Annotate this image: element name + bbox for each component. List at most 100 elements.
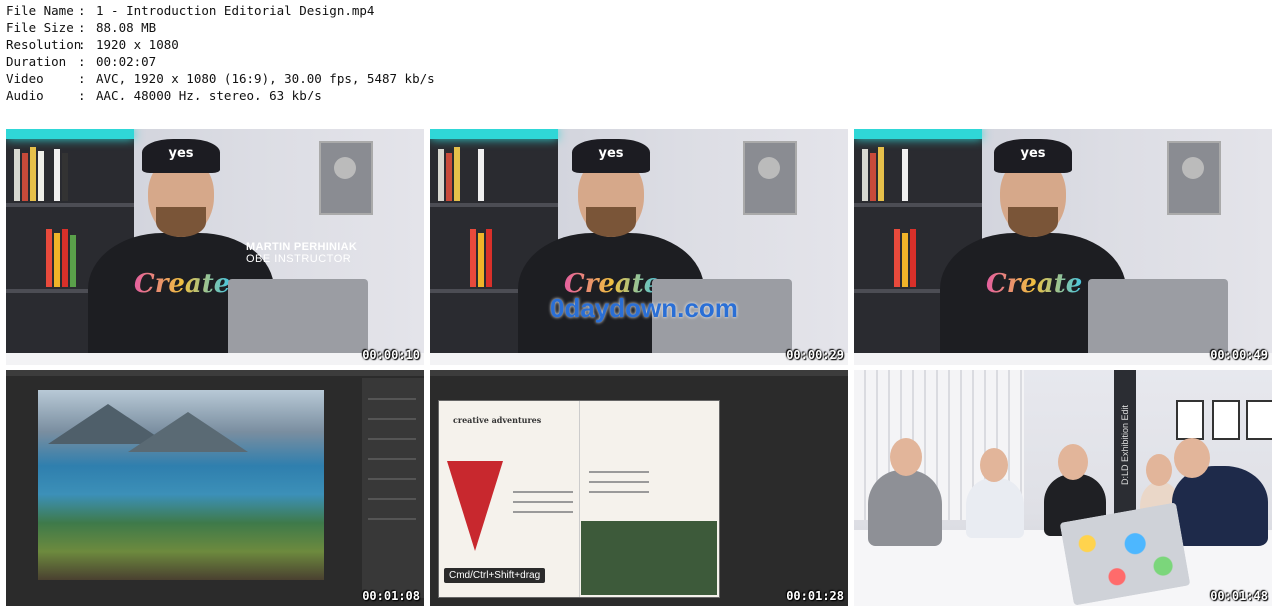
panel-slider bbox=[368, 518, 416, 520]
meta-colon: : bbox=[78, 54, 86, 69]
book bbox=[30, 147, 36, 201]
panel-slider bbox=[368, 498, 416, 500]
exhibition-banner: D:LD Exhibition Edit bbox=[1114, 370, 1136, 520]
student-head bbox=[1174, 438, 1210, 478]
neon-light bbox=[854, 129, 982, 139]
plaque-disc bbox=[334, 157, 356, 179]
thumbnail-6[interactable]: D:LD Exhibition Edit 00:01:48 bbox=[854, 370, 1272, 606]
person-beard bbox=[1008, 207, 1058, 237]
book bbox=[902, 149, 908, 201]
thumbnail-3[interactable]: yes Create 00:00:49 bbox=[854, 129, 1272, 365]
student bbox=[1172, 466, 1268, 546]
thumbnail-2[interactable]: yes Create 0daydown.com 00:00:29 bbox=[430, 129, 848, 365]
text-column bbox=[513, 491, 573, 493]
student-head bbox=[980, 448, 1008, 482]
meta-row-video: Video : AVC, 1920 x 1080 (16:9), 30.00 f… bbox=[6, 70, 906, 87]
shelf-board bbox=[6, 203, 134, 207]
canvas-landscape-photo bbox=[38, 390, 324, 580]
file-metadata: File Name : 1 - Introduction Editorial D… bbox=[6, 2, 906, 100]
award-plaque bbox=[319, 141, 373, 215]
app-menubar bbox=[6, 370, 424, 376]
plaque-disc bbox=[758, 157, 780, 179]
text-column bbox=[589, 491, 649, 493]
text-column bbox=[589, 481, 649, 483]
shirt-print: Create bbox=[986, 269, 1083, 299]
panel-slider bbox=[368, 398, 416, 400]
person-beard bbox=[586, 207, 636, 237]
meta-key: Audio bbox=[6, 88, 44, 100]
meta-value: AAC, 48000 Hz, stereo, 63 kb/s bbox=[96, 88, 322, 100]
thumbnail-5[interactable]: creative adventures Cmd/Ctrl+Shift+drag … bbox=[430, 370, 848, 606]
lower-third-name: MARTIN PERHINIAK bbox=[246, 241, 358, 253]
meta-key: Video bbox=[6, 71, 44, 86]
thumbnail-1[interactable]: yes Create MARTIN PERHINIAK OBE INSTRUCT… bbox=[6, 129, 424, 365]
book bbox=[902, 233, 908, 287]
meta-row-duration: Duration : 00:02:07 bbox=[6, 53, 906, 70]
panel-slider bbox=[368, 458, 416, 460]
meta-colon: : bbox=[78, 3, 86, 18]
meta-colon: : bbox=[78, 20, 86, 35]
spread-gutter bbox=[579, 401, 580, 597]
book bbox=[478, 233, 484, 287]
timestamp: 00:01:28 bbox=[786, 589, 844, 603]
meta-row-filesize: File Size : 88.08 MB bbox=[6, 19, 906, 36]
book bbox=[46, 229, 52, 287]
book bbox=[38, 151, 44, 201]
meta-value: 1920 x 1080 bbox=[96, 37, 179, 52]
neon-light bbox=[430, 129, 558, 139]
meta-key: File Name bbox=[6, 3, 74, 18]
person-beard bbox=[156, 207, 206, 237]
book bbox=[70, 235, 76, 287]
student-head bbox=[1058, 444, 1088, 480]
book bbox=[54, 149, 60, 201]
book bbox=[870, 153, 876, 201]
meta-value: 88.08 MB bbox=[96, 20, 157, 35]
book bbox=[910, 229, 916, 287]
meta-row-filename: File Name : 1 - Introduction Editorial D… bbox=[6, 2, 906, 19]
award-plaque bbox=[1167, 141, 1221, 215]
meta-value: 00:02:07 bbox=[96, 54, 157, 69]
meta-colon: : bbox=[78, 71, 86, 86]
meta-value: AVC, 1920 x 1080 (16:9), 30.00 fps, 5487… bbox=[96, 71, 435, 86]
meta-colon: : bbox=[78, 37, 86, 52]
shelf-board bbox=[430, 203, 558, 207]
meta-row-resolution: Resolution : 1920 x 1080 bbox=[6, 36, 906, 53]
meta-key: File Size bbox=[6, 20, 74, 35]
panel-slider bbox=[368, 478, 416, 480]
book bbox=[486, 229, 492, 287]
book bbox=[446, 153, 452, 201]
wall-frame bbox=[1212, 400, 1240, 440]
panel-slider bbox=[368, 418, 416, 420]
wall-frame bbox=[1246, 400, 1272, 440]
shelf-board bbox=[854, 203, 982, 207]
book bbox=[22, 153, 28, 201]
person-cap: yes bbox=[994, 139, 1072, 173]
timestamp: 00:01:08 bbox=[362, 589, 420, 603]
shirt-print: Create bbox=[134, 269, 231, 299]
student bbox=[966, 478, 1024, 538]
student-head bbox=[890, 438, 922, 476]
adjustments-panel bbox=[362, 378, 424, 598]
student-head bbox=[1146, 454, 1172, 486]
lower-third: MARTIN PERHINIAK OBE INSTRUCTOR bbox=[246, 241, 357, 265]
timestamp: 00:01:48 bbox=[1210, 589, 1268, 603]
meta-key: Resolution bbox=[6, 37, 82, 52]
lower-third-role: OBE INSTRUCTOR bbox=[246, 253, 352, 265]
mountain-shape bbox=[128, 412, 248, 452]
timestamp: 00:00:10 bbox=[362, 348, 420, 362]
text-column bbox=[513, 511, 573, 513]
app-menubar bbox=[430, 370, 848, 376]
wall-frame bbox=[1176, 400, 1204, 440]
book bbox=[438, 149, 444, 201]
meta-row-audio: Audio : AAC, 48000 Hz, stereo, 63 kb/s bbox=[6, 87, 906, 100]
book bbox=[862, 149, 868, 201]
thumbnail-4[interactable]: 00:01:08 bbox=[6, 370, 424, 606]
plaque-disc bbox=[1182, 157, 1204, 179]
book bbox=[470, 229, 476, 287]
book bbox=[894, 229, 900, 287]
person-cap: yes bbox=[142, 139, 220, 173]
text-column bbox=[513, 501, 573, 503]
person-cap: yes bbox=[572, 139, 650, 173]
student bbox=[868, 470, 942, 546]
magazine-title: creative adventures bbox=[453, 415, 542, 425]
